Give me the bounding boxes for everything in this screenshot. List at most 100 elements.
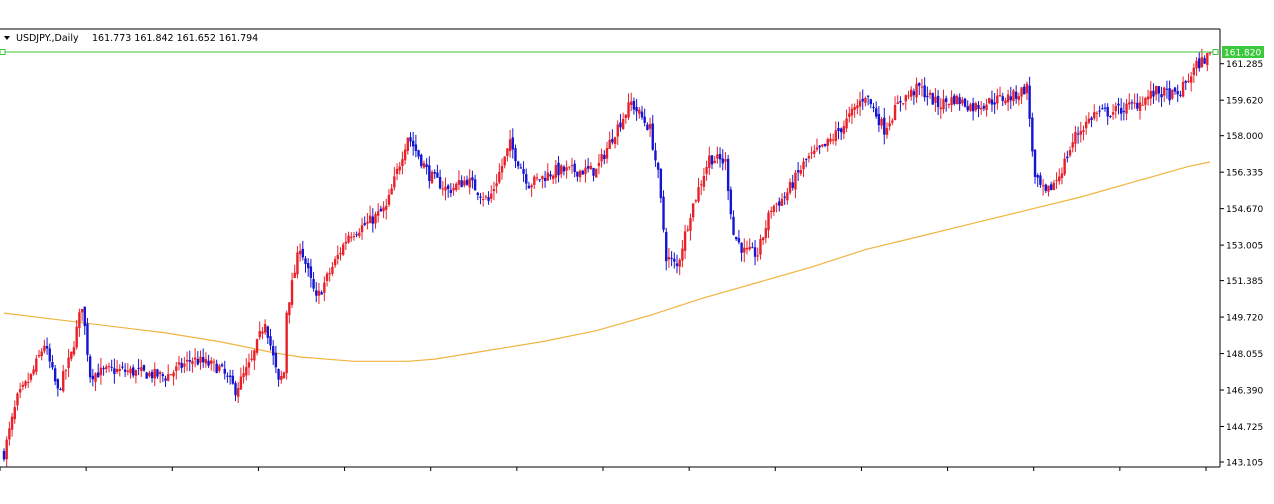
candle-body-bullish — [395, 168, 399, 175]
candle-body-bullish — [1111, 112, 1115, 115]
candle-body-bearish — [654, 150, 657, 161]
candle-body-bearish — [113, 368, 116, 374]
candle-body-bullish — [864, 97, 867, 103]
candle-body-bullish — [368, 215, 372, 223]
candle-body-bullish — [403, 149, 407, 161]
candle-body-bullish — [891, 120, 894, 123]
candle-body-bullish — [382, 207, 385, 212]
candle-body-bearish — [473, 179, 477, 191]
candle-body-bearish — [1157, 86, 1161, 94]
candle-body-bearish — [315, 290, 318, 296]
candle-body-bullish — [691, 203, 695, 218]
candle-body-bullish — [263, 324, 267, 333]
current-price-label: 161.820 — [1224, 49, 1261, 59]
candle-body-bullish — [258, 331, 261, 338]
candle-body-bullish — [708, 155, 711, 168]
candle-body-bullish — [764, 228, 768, 239]
candle-body-bullish — [484, 196, 488, 198]
candle-body-bearish — [102, 368, 105, 370]
candle-body-bullish — [43, 345, 46, 352]
candle-body-bearish — [1103, 107, 1107, 109]
candle-body-bearish — [753, 247, 757, 257]
candle-body-bullish — [107, 365, 111, 367]
candle-body-bullish — [1163, 87, 1166, 96]
candle-body-bearish — [234, 383, 237, 396]
candle-body-bearish — [818, 145, 821, 148]
candle-body-bullish — [80, 308, 84, 313]
candle-body-bearish — [355, 234, 358, 236]
candle-body-bearish — [611, 138, 614, 143]
candle-body-bearish — [48, 348, 51, 362]
candle-body-bearish — [438, 177, 442, 189]
candle-body-bearish — [2, 451, 6, 460]
candle-body-bullish — [317, 290, 321, 296]
candle-body-bullish — [1068, 150, 1072, 156]
candle-body-bearish — [514, 148, 517, 162]
price-line-handle-left[interactable] — [0, 49, 6, 55]
price-line-handle-right[interactable] — [1212, 49, 1219, 55]
candle-body-bullish — [406, 137, 409, 151]
candle-body-bullish — [35, 358, 38, 372]
candle-body-bearish — [86, 323, 89, 355]
candle-body-bearish — [1119, 107, 1123, 114]
candle-body-bullish — [681, 248, 684, 261]
candle-body-bearish — [1173, 87, 1177, 92]
candle-body-bearish — [1176, 91, 1179, 95]
candle-body-bearish — [312, 279, 315, 289]
candle-body-bullish — [961, 99, 964, 104]
candle-body-bullish — [118, 369, 121, 371]
candle-body-bearish — [592, 168, 595, 176]
candle-body-bearish — [145, 372, 148, 379]
candle-body-bullish — [920, 86, 924, 88]
candle-body-bearish — [1136, 102, 1139, 109]
candle-body-bearish — [525, 174, 528, 184]
candle-body-bullish — [247, 362, 251, 368]
candle-body-bearish — [460, 180, 463, 188]
candle-body-bearish — [549, 174, 552, 177]
candle-body-bullish — [1074, 131, 1077, 144]
candle-body-bearish — [646, 124, 649, 131]
candle-body-bearish — [121, 366, 124, 368]
candle-body-bullish — [242, 373, 245, 378]
candle-body-bullish — [210, 360, 213, 364]
candle-body-bearish — [1165, 88, 1169, 90]
candle-body-bullish — [979, 107, 983, 110]
candle-body-bullish — [1052, 182, 1056, 190]
candle-body-bullish — [985, 104, 988, 111]
candle-body-bullish — [678, 259, 681, 267]
candle-body-bearish — [363, 223, 366, 225]
candle-body-bullish — [1071, 142, 1074, 148]
candle-body-bullish — [1041, 185, 1045, 187]
candle-body-bullish — [293, 272, 296, 278]
candle-body-bearish — [188, 359, 191, 362]
candle-body-bullish — [1063, 158, 1066, 175]
candle-body-bullish — [452, 187, 455, 191]
candle-body-bullish — [250, 358, 253, 360]
candle-body-bearish — [732, 216, 735, 235]
candle-body-bearish — [161, 374, 165, 377]
candle-body-bullish — [336, 254, 340, 259]
candle-body-bullish — [597, 162, 601, 167]
candle-body-bullish — [702, 176, 706, 187]
candle-body-bearish — [1184, 81, 1187, 83]
candle-body-bullish — [1004, 100, 1007, 104]
candle-body-bullish — [490, 193, 493, 199]
candle-body-bullish — [344, 241, 348, 244]
candle-body-bearish — [449, 189, 453, 193]
candle-body-bullish — [506, 148, 509, 157]
candle-body-bullish — [1208, 52, 1212, 54]
candle-body-bullish — [616, 124, 619, 137]
candle-body-bearish — [877, 113, 881, 126]
candle-body-bullish — [193, 357, 197, 360]
candle-body-bullish — [821, 144, 824, 147]
candle-body-bearish — [409, 137, 412, 142]
candle-body-bullish — [530, 185, 533, 188]
candle-body-bullish — [689, 218, 692, 231]
candle-body-bullish — [595, 168, 598, 178]
candle-body-bullish — [191, 360, 194, 364]
candle-body-bearish — [97, 372, 100, 378]
candle-body-bullish — [29, 373, 33, 380]
candle-body-bullish — [398, 166, 401, 171]
y-axis-tick-label: 154.670 — [1226, 205, 1263, 215]
candle-body-bullish — [1128, 102, 1131, 105]
